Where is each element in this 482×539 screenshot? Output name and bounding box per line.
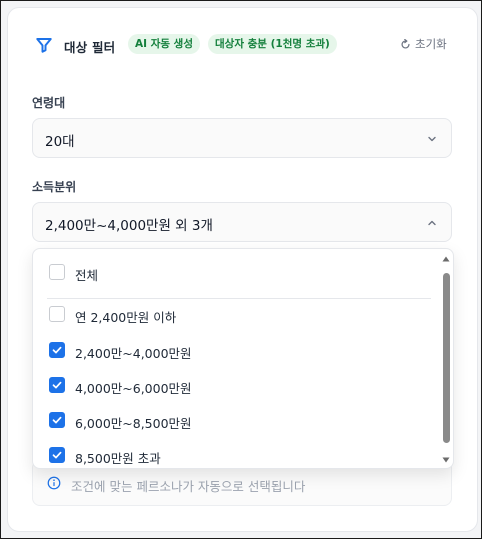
checkbox-checked[interactable] (49, 377, 65, 393)
income-label: 소득분위 (32, 180, 77, 194)
option-label: 4,000만~6,000만원 (75, 381, 192, 396)
option-label: 전체 (75, 268, 99, 283)
checkbox[interactable] (49, 306, 65, 322)
refresh-icon (401, 38, 410, 49)
filter-title: 대상 필터 (64, 40, 116, 55)
income-option-4000-6000[interactable]: 4,000만~6,000만원 (33, 370, 433, 402)
income-option-6000-8500[interactable]: 6,000만~8,500만원 (33, 405, 433, 437)
checkbox-checked[interactable] (49, 342, 65, 358)
income-select-value: 2,400만~4,000만원 외 3개 (45, 218, 213, 234)
filter-header: 대상 필터 AI 자동 생성 대상자 충분 (1천명 초과) 초기화 (8, 8, 477, 78)
income-option-2400-4000[interactable]: 2,400만~4,000만원 (33, 335, 433, 367)
checkbox[interactable] (49, 264, 65, 280)
age-label: 연령대 (32, 96, 66, 110)
chevron-up-icon (428, 220, 436, 226)
option-label: 8,500만원 초과 (75, 451, 161, 466)
chevron-down-icon (428, 136, 436, 142)
scrollbar[interactable] (439, 249, 453, 468)
checkbox-checked[interactable] (49, 447, 65, 463)
filter-icon (36, 38, 52, 53)
income-option-under-2400[interactable]: 연 2,400만원 이하 (33, 299, 433, 331)
target-status-badge: 대상자 충분 (1천명 초과) (208, 34, 337, 54)
info-icon (47, 476, 61, 490)
scroll-up-arrow-icon[interactable] (442, 255, 450, 263)
check-icon (52, 346, 62, 354)
income-option-over-8500[interactable]: 8,500만원 초과 (33, 440, 433, 468)
filter-card: 대상 필터 AI 자동 생성 대상자 충분 (1천명 초과) 초기화 연령대 2… (7, 7, 478, 532)
scrollbar-thumb[interactable] (443, 273, 450, 443)
reset-label: 초기화 (415, 37, 447, 51)
age-select[interactable]: 20대 (32, 118, 452, 158)
scroll-down-arrow-icon[interactable] (442, 456, 450, 464)
income-option-all[interactable]: 전체 (33, 257, 433, 289)
option-label: 연 2,400만원 이하 (75, 310, 177, 325)
reset-button[interactable]: 초기화 (400, 34, 447, 54)
check-icon (52, 451, 62, 459)
info-text: 조건에 맞는 페르소나가 자동으로 선택됩니다 (71, 479, 306, 494)
checkbox-checked[interactable] (49, 412, 65, 428)
income-dropdown: 전체 연 2,400만원 이하 2,400만~4,000만원 4,000만~6,… (32, 248, 454, 469)
check-icon (52, 416, 62, 424)
window-frame: 대상 필터 AI 자동 생성 대상자 충분 (1천명 초과) 초기화 연령대 2… (0, 0, 482, 539)
age-select-value: 20대 (45, 134, 75, 150)
check-icon (52, 381, 62, 389)
option-label: 2,400만~4,000만원 (75, 346, 192, 361)
option-label: 6,000만~8,500만원 (75, 416, 192, 431)
ai-generated-badge: AI 자동 생성 (128, 34, 200, 54)
income-select[interactable]: 2,400만~4,000만원 외 3개 (32, 202, 452, 242)
